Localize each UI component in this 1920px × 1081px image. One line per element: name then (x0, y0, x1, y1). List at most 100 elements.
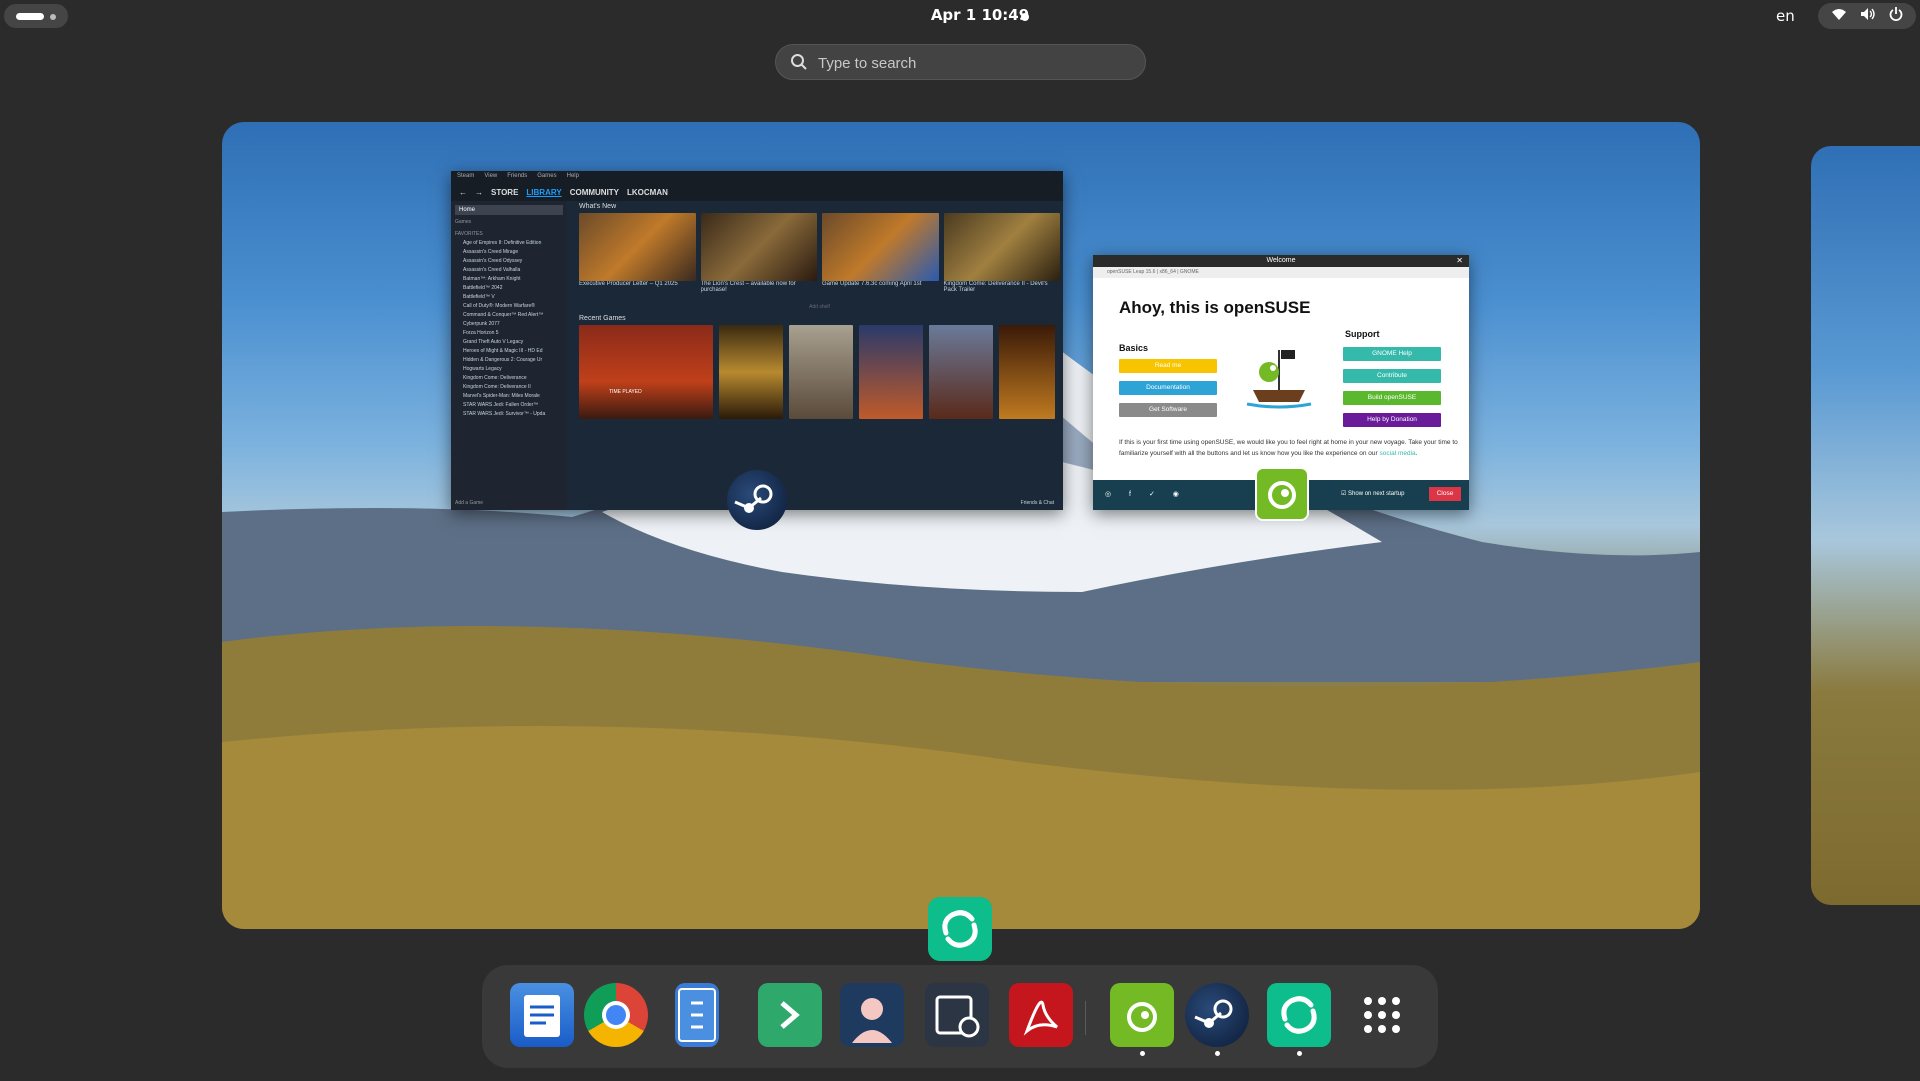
news-title[interactable]: Kingdom Come: Deliverance II - Devil's P… (944, 281, 1061, 295)
steam-menu-item[interactable]: Steam (457, 173, 474, 181)
workspace-thumbnail-next[interactable] (1811, 146, 1920, 905)
library-game-item[interactable]: Call of Duty®: Modern Warfare® (451, 302, 567, 311)
support-label: Support (1345, 329, 1380, 339)
basics-label: Basics (1119, 343, 1149, 353)
search-input[interactable] (818, 51, 1118, 75)
game-tile-kingdom-come[interactable] (929, 325, 993, 419)
system-info: openSUSE Leap 15.6 | x86_64 | GNOME (1093, 267, 1469, 278)
gnome-help-button[interactable]: GNOME Help (1343, 347, 1441, 361)
volume-icon (1860, 7, 1876, 25)
game-tile-doom-64[interactable] (999, 325, 1055, 419)
news-title[interactable]: Game Update 7.6.3c coming April 1st (822, 281, 939, 295)
library-game-item[interactable]: Battlefield™ V (451, 293, 567, 302)
get-software-button[interactable]: Get Software (1119, 403, 1217, 417)
news-title[interactable]: The Lion's Crest – available now for pur… (701, 281, 818, 295)
news-card[interactable] (700, 213, 817, 281)
search-bar[interactable] (775, 44, 1146, 80)
close-button[interactable]: Close (1429, 487, 1461, 501)
steam-tab-store[interactable]: STORE (491, 188, 518, 197)
steam-tab-library[interactable]: LIBRARY (526, 188, 561, 197)
element-icon[interactable] (928, 897, 992, 961)
library-game-item[interactable]: Batman™: Arkham Knight (451, 275, 567, 284)
steam-library-main: What's New Executive Producer Letter – Q… (570, 201, 1060, 510)
steam-home-button[interactable]: Home (455, 205, 563, 215)
keyboard-layout[interactable]: en (1776, 7, 1795, 25)
game-tile-doom[interactable] (719, 325, 783, 419)
library-game-item[interactable]: Marvel's Spider-Man: Miles Morale (451, 392, 567, 401)
steam-tab-profile[interactable]: LKOCMAN (627, 188, 668, 197)
contribute-button[interactable]: Contribute (1343, 369, 1441, 383)
library-game-item[interactable]: Hogwarts Legacy (451, 365, 567, 374)
news-card[interactable] (579, 213, 696, 281)
steam-icon (727, 470, 787, 530)
read-me-button[interactable]: Read me (1119, 359, 1217, 373)
library-game-item[interactable]: Kingdom Come: Deliverance II (451, 383, 567, 392)
build-opensuse-button[interactable]: Build openSUSE (1343, 391, 1441, 405)
documentation-button[interactable]: Documentation (1119, 381, 1217, 395)
social-icons[interactable]: ◎ f ✓ ◉ (1105, 490, 1187, 498)
search-icon (791, 54, 807, 70)
library-game-item[interactable]: Heroes of Might & Magic III - HD Ed (451, 347, 567, 356)
friends-chat-button[interactable]: Friends & Chat (1021, 500, 1054, 506)
whats-new-label: What's New (579, 203, 617, 210)
steam-window[interactable]: Steam View Friends Games Help ← → STORE … (451, 171, 1063, 510)
dash-separator (1085, 1001, 1086, 1035)
forward-arrow-icon[interactable]: → (475, 188, 483, 197)
terminal-icon[interactable] (758, 983, 822, 1047)
library-game-item[interactable]: Grand Theft Auto V Legacy (451, 338, 567, 347)
contacts-icon[interactable] (840, 983, 904, 1047)
news-card[interactable] (822, 213, 939, 281)
game-tile-doom-eternal[interactable]: TIME PLAYED (579, 325, 713, 419)
library-game-item[interactable]: Command & Conquer™ Red Alert™ (451, 311, 567, 320)
games-filter[interactable]: Games (451, 219, 567, 227)
add-game-button[interactable]: Add a Game (451, 500, 483, 508)
library-game-item[interactable]: STAR WARS Jedi: Survivor™ - Upda (451, 410, 567, 419)
game-tile-jedi-survivor[interactable] (859, 325, 923, 419)
element-icon[interactable] (1267, 983, 1331, 1047)
welcome-paragraph: If this is your first time using openSUS… (1119, 439, 1458, 457)
library-game-item[interactable]: Battlefield™ 2042 (451, 284, 567, 293)
system-menu[interactable] (1818, 3, 1916, 29)
library-game-item[interactable]: STAR WARS Jedi: Fallen Order™ (451, 401, 567, 410)
workspace-indicator (50, 14, 56, 20)
acrobat-icon[interactable] (1009, 983, 1073, 1047)
donation-button[interactable]: Help by Donation (1343, 413, 1441, 427)
library-game-item[interactable]: Hidden & Dangerous 2: Courage Ur (451, 356, 567, 365)
app-grid-icon[interactable] (1362, 995, 1402, 1035)
wifi-icon (1831, 7, 1847, 25)
game-tile-ac-mirage[interactable] (789, 325, 853, 419)
library-game-item[interactable]: Kingdom Come: Deliverance (451, 374, 567, 383)
library-game-item[interactable]: Forza Horizon 5 (451, 329, 567, 338)
news-title[interactable]: Executive Producer Letter – Q1 2025 (579, 281, 696, 295)
news-card[interactable] (943, 213, 1060, 281)
steam-menu-item[interactable]: View (484, 173, 497, 181)
workspace-indicator-active (16, 13, 44, 20)
steam-icon[interactable] (1185, 983, 1249, 1047)
opensuse-welcome-icon[interactable] (1110, 983, 1174, 1047)
library-game-item[interactable]: Cyberpunk 2077 (451, 320, 567, 329)
library-game-item[interactable]: Assassin's Creed Odyssey (451, 257, 567, 266)
steam-menu-item[interactable]: Help (567, 173, 579, 181)
power-icon (1889, 7, 1903, 25)
text-editor-icon[interactable] (510, 983, 574, 1047)
clock[interactable]: Apr 1 10:49 (900, 6, 1060, 24)
library-game-item[interactable]: Assassin's Creed Mirage (451, 248, 567, 257)
steam-tab-community[interactable]: COMMUNITY (570, 188, 619, 197)
steam-menu-item[interactable]: Friends (507, 173, 527, 181)
recent-games-row: TIME PLAYED (579, 325, 1060, 419)
library-game-item[interactable]: Assassin's Creed Valhalla (451, 266, 567, 275)
files-icon[interactable] (675, 983, 719, 1047)
activities-button[interactable] (4, 4, 68, 28)
steam-menubar: Steam View Friends Games Help (451, 171, 1063, 183)
show-on-startup-checkbox[interactable]: ☑ Show on next startup (1341, 490, 1404, 497)
social-media-link[interactable]: social media (1380, 450, 1416, 457)
time-played-label: TIME PLAYED (609, 389, 642, 395)
library-game-item[interactable]: Age of Empires II: Definitive Edition (451, 239, 567, 248)
video-trimmer-icon[interactable] (925, 983, 989, 1047)
close-icon[interactable]: ✕ (1456, 255, 1463, 267)
geeko-pirate-illustration (1246, 350, 1312, 409)
add-shelf[interactable]: Add shelf (579, 301, 1060, 313)
steam-menu-item[interactable]: Games (537, 173, 556, 181)
chrome-icon[interactable] (584, 983, 648, 1047)
back-arrow-icon[interactable]: ← (459, 188, 467, 197)
